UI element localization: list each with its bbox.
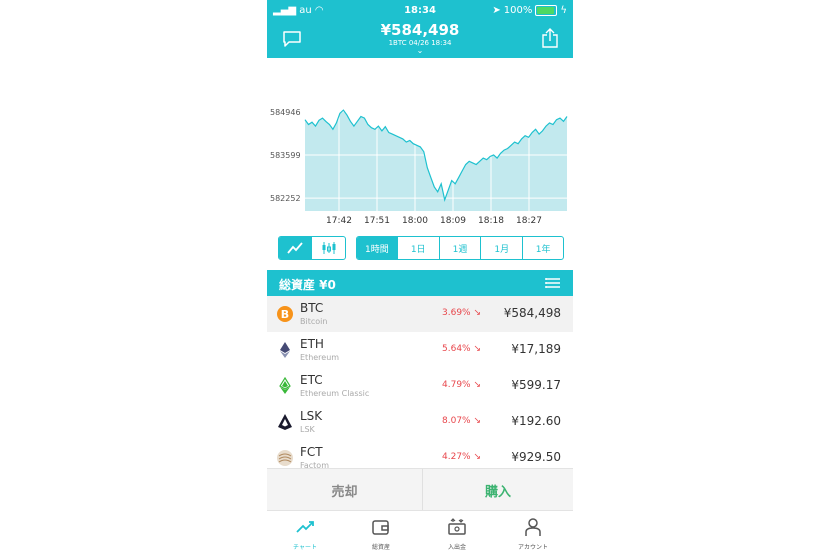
share-icon[interactable] — [541, 28, 559, 48]
current-price: ¥584,498 — [380, 21, 460, 39]
tab-label: 入出金 — [447, 544, 466, 551]
asset-row-eth[interactable]: ETH Ethereum 5.64% ↘ ¥17,189 — [267, 332, 573, 369]
asset-row-btc[interactable]: B BTC Bitcoin 3.69% ↘ ¥584,498 — [267, 296, 573, 333]
list-menu-icon[interactable] — [545, 277, 561, 289]
x-tick-label: 18:00 — [402, 216, 428, 226]
battery-percent: 100% — [503, 5, 533, 16]
asset-name: Ethereum Classic — [300, 389, 370, 398]
tab-label: アカウント — [517, 544, 548, 551]
svg-text:B: B — [281, 308, 289, 321]
asset-change: 3.69% ↘ — [442, 308, 481, 318]
candlestick-icon[interactable] — [312, 237, 345, 259]
asset-row-etc[interactable]: ETC Ethereum Classic 4.79% ↘ ¥599.17 — [267, 368, 573, 405]
asset-name: LSK — [300, 425, 315, 434]
phone-screen: ▂▄▆ au ◠ 18:34 ➤ 100% ϟ ¥584,498 1BTC 04… — [267, 0, 573, 554]
x-tick-label: 17:51 — [364, 216, 390, 226]
asset-symbol: ETC — [300, 373, 323, 387]
ethereum-icon — [280, 342, 290, 358]
time-range-selector: 1時間 1日 1週 1月 1年 — [356, 236, 564, 260]
y-tick-label: 582252 — [270, 194, 301, 203]
asset-price: ¥584,498 — [503, 306, 561, 320]
range-1y[interactable]: 1年 — [523, 237, 563, 259]
range-1m[interactable]: 1月 — [481, 237, 524, 259]
chart-type-toggle — [278, 236, 346, 260]
charging-icon: ϟ — [560, 5, 567, 16]
tab-deposit-withdraw[interactable]: 入出金 — [419, 511, 495, 554]
sell-button[interactable]: 売却 — [267, 469, 423, 511]
asset-price: ¥192.60 — [511, 414, 561, 428]
tab-chart[interactable]: チャート — [267, 511, 343, 554]
asset-change: 8.07% ↘ — [442, 416, 481, 426]
trade-actions: 売却 購入 — [267, 468, 573, 511]
bitcoin-icon: B — [277, 306, 293, 322]
x-tick-label: 18:09 — [440, 216, 466, 226]
asset-symbol: LSK — [300, 409, 323, 423]
asset-symbol: ETH — [300, 337, 324, 351]
chevron-down-icon[interactable]: ⌄ — [267, 46, 573, 55]
y-tick-label: 584946 — [270, 108, 301, 117]
line-chart-icon[interactable] — [279, 237, 312, 259]
battery-icon — [535, 5, 558, 16]
tab-assets[interactable]: 総資産 — [343, 511, 419, 554]
range-1h[interactable]: 1時間 — [357, 237, 398, 259]
y-tick-label: 583599 — [270, 151, 301, 160]
asset-price: ¥929.50 — [511, 450, 561, 464]
tab-bar: チャート 総資産 入出金 アカウント — [267, 510, 573, 554]
factom-icon — [277, 450, 293, 466]
ethereum-classic-icon — [279, 377, 291, 394]
asset-change: 4.27% ↘ — [442, 452, 481, 462]
x-tick-label: 18:27 — [516, 216, 542, 226]
deposit-icon — [448, 518, 466, 535]
asset-change: 4.79% ↘ — [442, 380, 481, 390]
chart-trend-icon — [296, 521, 314, 533]
status-right: ➤ 100% ϟ — [492, 5, 567, 16]
tab-account[interactable]: アカウント — [495, 511, 571, 554]
price-chart[interactable]: 17:42 17:51 18:00 18:09 18:18 18:27 584946 5835… — [267, 58, 573, 228]
x-tick-label: 17:42 — [326, 216, 352, 226]
tab-label: 総資産 — [371, 544, 390, 551]
status-bar: ▂▄▆ au ◠ 18:34 ➤ 100% ϟ — [267, 0, 573, 20]
tab-label: チャート — [293, 544, 317, 551]
buy-button[interactable]: 購入 — [423, 469, 573, 511]
asset-price: ¥599.17 — [511, 378, 561, 392]
range-1w[interactable]: 1週 — [440, 237, 482, 259]
range-1d[interactable]: 1日 — [398, 237, 440, 259]
wallet-icon — [372, 520, 389, 535]
x-tick-label: 18:18 — [478, 216, 504, 226]
asset-name: Bitcoin — [300, 317, 328, 326]
asset-name: Ethereum — [300, 353, 340, 362]
app-header: ▂▄▆ au ◠ 18:34 ➤ 100% ϟ ¥584,498 1BTC 04… — [267, 0, 573, 58]
total-assets-header: 総資産 ¥0 — [267, 270, 573, 296]
location-icon: ➤ — [492, 5, 501, 16]
lisk-icon — [278, 414, 292, 430]
asset-symbol: BTC — [300, 301, 324, 315]
asset-change: 5.64% ↘ — [442, 344, 481, 354]
asset-symbol: FCT — [300, 445, 323, 459]
asset-price: ¥17,189 — [511, 342, 561, 356]
user-icon — [525, 518, 541, 536]
total-assets-label: 総資産 ¥0 — [279, 278, 336, 292]
asset-row-lsk[interactable]: LSK LSK 8.07% ↘ ¥192.60 — [267, 404, 573, 441]
